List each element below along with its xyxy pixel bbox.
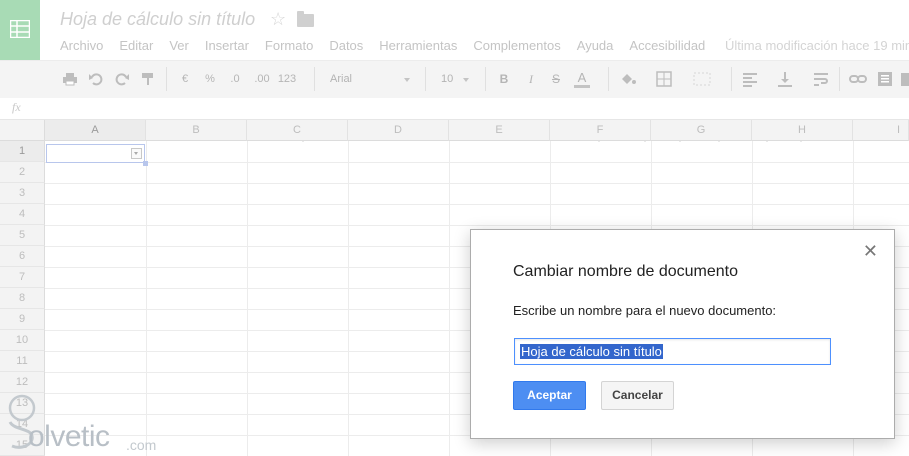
column-header[interactable]: C bbox=[247, 120, 348, 141]
chevron-down-icon bbox=[463, 78, 469, 82]
toolbar: € % .0 .00 123 Arial 10 B I S A bbox=[0, 60, 909, 142]
menu-formato[interactable]: Formato bbox=[265, 38, 313, 56]
grid-line bbox=[45, 225, 909, 226]
row-header[interactable]: 3 bbox=[0, 183, 45, 204]
column-header[interactable]: F bbox=[550, 120, 651, 141]
toolbar-divider bbox=[731, 67, 732, 91]
italic-button[interactable]: I bbox=[524, 71, 538, 87]
toolbar-divider bbox=[839, 67, 840, 91]
strikethrough-button[interactable]: S bbox=[549, 71, 563, 87]
active-cell-a1[interactable] bbox=[46, 144, 145, 163]
grid-line bbox=[45, 162, 909, 163]
insert-link-icon[interactable] bbox=[849, 71, 867, 87]
toolbar-divider bbox=[608, 67, 609, 91]
column-header[interactable]: D bbox=[348, 120, 449, 141]
font-size-label: 10 bbox=[441, 73, 454, 85]
star-icon[interactable]: ☆ bbox=[270, 9, 286, 30]
grid-line bbox=[247, 141, 248, 456]
undo-icon[interactable] bbox=[88, 71, 104, 87]
print-icon[interactable] bbox=[62, 71, 78, 87]
align-left-icon[interactable] bbox=[742, 71, 758, 87]
rename-document-dialog: ✕ Cambiar nombre de documento Escribe un… bbox=[470, 229, 895, 439]
accept-button[interactable]: Aceptar bbox=[513, 381, 586, 410]
decrease-decimals-button[interactable]: .0 bbox=[226, 71, 244, 87]
select-all-corner[interactable] bbox=[0, 120, 45, 141]
increase-decimals-button[interactable]: .00 bbox=[252, 71, 272, 87]
menu-editar[interactable]: Editar bbox=[119, 38, 153, 56]
font-size-select[interactable]: 10 bbox=[433, 70, 471, 88]
close-icon[interactable]: ✕ bbox=[863, 242, 878, 260]
toolbar-divider bbox=[425, 67, 426, 91]
grid-line bbox=[348, 141, 349, 456]
row-header[interactable]: 6 bbox=[0, 246, 45, 267]
chevron-down-icon bbox=[404, 78, 410, 82]
row-header[interactable]: 10 bbox=[0, 330, 45, 351]
vertical-align-icon[interactable] bbox=[777, 71, 793, 87]
row-header[interactable]: 2 bbox=[0, 162, 45, 183]
row-header[interactable]: 1 bbox=[0, 141, 45, 162]
row-header[interactable]: 11 bbox=[0, 351, 45, 372]
menu-ver[interactable]: Ver bbox=[169, 38, 189, 56]
document-name-input[interactable]: Hoja de cálculo sin título bbox=[514, 338, 831, 365]
watermark-suffix: .com bbox=[126, 437, 157, 453]
column-header[interactable]: H bbox=[752, 120, 853, 141]
row-header[interactable]: 8 bbox=[0, 288, 45, 309]
menu-bar: Archivo Editar Ver Insertar Formato Dato… bbox=[60, 38, 721, 56]
column-header[interactable]: A bbox=[45, 120, 146, 141]
column-header[interactable]: G bbox=[651, 120, 752, 141]
row-header[interactable]: 9 bbox=[0, 309, 45, 330]
bold-button[interactable]: B bbox=[497, 71, 511, 87]
text-wrap-icon[interactable] bbox=[813, 71, 829, 87]
menu-archivo[interactable]: Archivo bbox=[60, 38, 103, 56]
menu-complementos[interactable]: Complementos bbox=[473, 38, 560, 56]
number-format-button[interactable]: 123 bbox=[276, 71, 298, 87]
dialog-title: Cambiar nombre de documento bbox=[513, 263, 739, 280]
borders-icon[interactable] bbox=[656, 71, 672, 87]
menu-insertar[interactable]: Insertar bbox=[205, 38, 249, 56]
formula-bar[interactable]: fx bbox=[0, 98, 909, 120]
merge-cells-icon[interactable] bbox=[693, 71, 711, 87]
row-header[interactable]: 5 bbox=[0, 225, 45, 246]
menu-datos[interactable]: Datos bbox=[329, 38, 363, 56]
last-modified-text[interactable]: Última modificación hace 19 min bbox=[725, 38, 909, 53]
sheets-icon bbox=[10, 20, 30, 38]
column-header[interactable]: B bbox=[146, 120, 247, 141]
cancel-button[interactable]: Cancelar bbox=[601, 381, 674, 410]
row-header[interactable]: 7 bbox=[0, 267, 45, 288]
percent-button[interactable]: % bbox=[203, 71, 217, 87]
document-title[interactable]: Hoja de cálculo sin título bbox=[60, 9, 255, 30]
document-name-value: Hoja de cálculo sin título bbox=[520, 344, 663, 359]
toolbar-divider bbox=[485, 67, 486, 91]
font-family-label: Arial bbox=[330, 73, 353, 85]
grid-line bbox=[45, 204, 909, 205]
fill-handle[interactable] bbox=[143, 161, 148, 166]
insert-chart-icon[interactable] bbox=[901, 71, 909, 87]
toolbar-divider bbox=[166, 67, 167, 91]
menu-herramientas[interactable]: Herramientas bbox=[379, 38, 457, 56]
menu-ayuda[interactable]: Ayuda bbox=[577, 38, 614, 56]
sheets-logo[interactable] bbox=[0, 0, 40, 60]
paint-format-icon[interactable] bbox=[140, 71, 156, 87]
function-icon: fx bbox=[12, 100, 21, 114]
dialog-prompt: Escribe un nombre para el nuevo document… bbox=[513, 303, 777, 318]
insert-comment-icon[interactable] bbox=[877, 71, 893, 87]
toolbar-divider bbox=[314, 67, 315, 91]
text-color-button[interactable]: A bbox=[574, 71, 590, 88]
redo-icon[interactable] bbox=[114, 71, 130, 87]
column-header[interactable]: I bbox=[853, 120, 909, 141]
folder-icon[interactable] bbox=[297, 11, 314, 27]
grid-line bbox=[449, 141, 450, 456]
currency-button[interactable]: € bbox=[178, 71, 192, 87]
menu-accesibilidad[interactable]: Accesibilidad bbox=[629, 38, 705, 56]
grid-line bbox=[45, 183, 909, 184]
column-header[interactable]: E bbox=[449, 120, 550, 141]
cell-dropdown-icon[interactable] bbox=[131, 148, 142, 159]
row-header[interactable]: 4 bbox=[0, 204, 45, 225]
row-header[interactable]: 12 bbox=[0, 372, 45, 393]
font-family-select[interactable]: Arial bbox=[322, 70, 414, 88]
watermark-text: olvetic bbox=[28, 420, 110, 453]
fill-color-icon[interactable] bbox=[619, 71, 637, 87]
